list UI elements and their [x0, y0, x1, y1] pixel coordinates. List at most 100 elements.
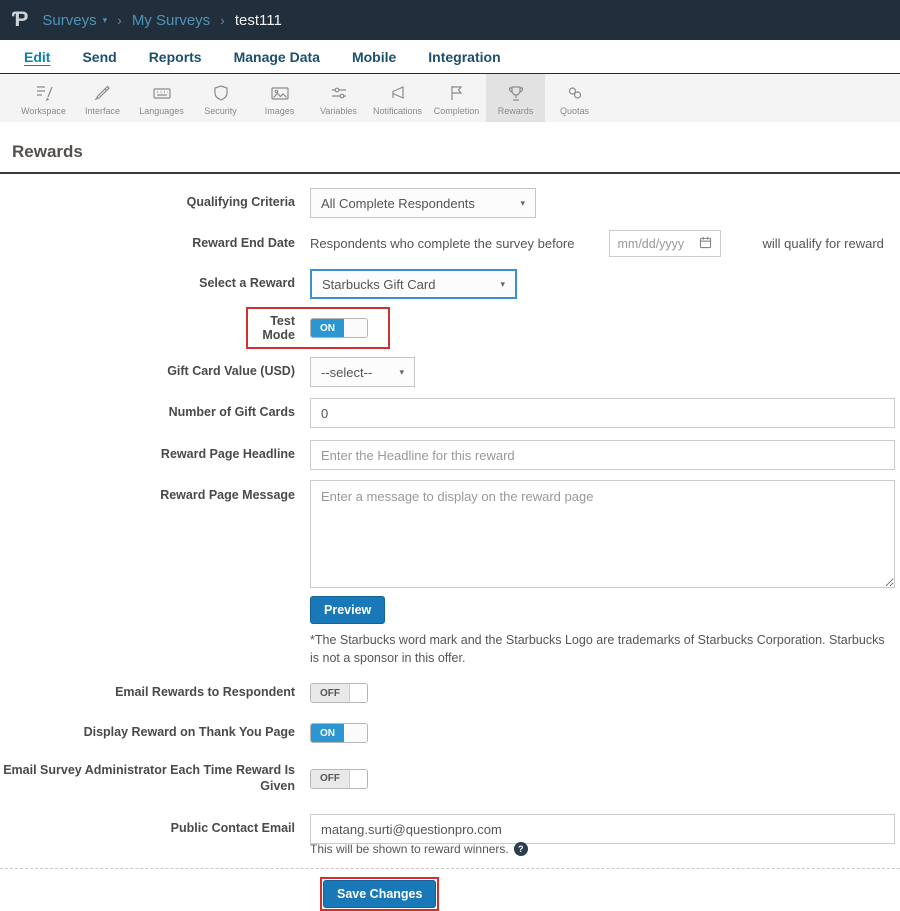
rewards-trophy-icon: [505, 83, 527, 103]
breadcrumb-current-survey: test111: [234, 11, 282, 29]
toggle-knob: [349, 769, 367, 788]
email-admin-row: Email Survey Administrator Each Time Rew…: [0, 763, 895, 794]
toolbar-item-notifications[interactable]: Notifications: [368, 74, 427, 122]
interface-icon: [92, 83, 114, 103]
qualifying-criteria-value: All Complete Respondents: [321, 195, 475, 211]
display-reward-row: Display Reward on Thank You Page ON: [0, 723, 895, 743]
reward-end-date-input[interactable]: mm/dd/yyyy: [608, 230, 721, 257]
chevron-down-icon: ▾: [102, 14, 108, 25]
email-admin-label: Email Survey Administrator Each Time Rew…: [3, 763, 295, 793]
calendar-icon[interactable]: [699, 236, 712, 252]
qualifying-criteria-row: Qualifying Criteria All Complete Respond…: [0, 188, 895, 218]
notifications-icon: [387, 83, 409, 103]
display-reward-label: Display Reward on Thank You Page: [83, 725, 295, 740]
email-admin-toggle[interactable]: OFF: [310, 768, 368, 789]
num-gift-cards-input[interactable]: [310, 398, 895, 428]
reward-end-date-after-text: will qualify for reward: [762, 236, 884, 251]
public-email-helper-row: This will be shown to reward winners. ?: [0, 842, 895, 857]
test-mode-label: Test Mode: [262, 314, 295, 342]
test-mode-highlight-box: Test Mode ON: [246, 307, 390, 349]
toggle-knob: [349, 684, 367, 702]
edit-toolbar: Workspace Interface Languages Security I…: [0, 74, 900, 122]
starbucks-disclaimer: *The Starbucks word mark and the Starbuc…: [310, 633, 885, 665]
top-navigation-bar: Ƥ Surveys ▾ › My Surveys › test111: [0, 0, 900, 40]
headline-label: Reward Page Headline: [160, 447, 295, 462]
select-caret-icon: ▾: [520, 197, 525, 208]
toggle-on-segment: ON: [311, 724, 344, 742]
email-rewards-row: Email Rewards to Respondent OFF: [0, 683, 895, 703]
tab-reports[interactable]: Reports: [149, 49, 202, 65]
breadcrumb-surveys-label: Surveys: [42, 11, 97, 29]
security-icon: [210, 83, 232, 103]
select-caret-icon: ▾: [500, 278, 505, 289]
qualifying-criteria-select[interactable]: All Complete Respondents ▾: [310, 188, 536, 218]
tab-manage-data[interactable]: Manage Data: [234, 49, 320, 65]
message-row: Reward Page Message: [0, 480, 895, 588]
toolbar-item-languages[interactable]: Languages: [132, 74, 191, 122]
breadcrumb-separator: ›: [220, 12, 225, 28]
tab-integration[interactable]: Integration: [428, 49, 500, 65]
toolbar-item-workspace[interactable]: Workspace: [14, 74, 73, 122]
message-textarea[interactable]: [310, 480, 895, 588]
date-placeholder: mm/dd/yyyy: [617, 236, 685, 251]
qualifying-criteria-label: Qualifying Criteria: [186, 195, 295, 210]
reward-end-date-row: Reward End Date Respondents who complete…: [0, 230, 895, 257]
public-email-row: Public Contact Email: [0, 814, 895, 845]
images-icon: [269, 83, 291, 103]
preview-button[interactable]: Preview: [310, 596, 386, 624]
gift-card-value-row: Gift Card Value (USD) --select-- ▾: [0, 357, 895, 387]
headline-row: Reward Page Headline: [0, 440, 895, 470]
disclaimer-row: *The Starbucks word mark and the Starbuc…: [0, 632, 895, 667]
dashed-divider: [0, 868, 900, 870]
save-button[interactable]: Save Changes: [323, 880, 437, 909]
num-gift-cards-row: Number of Gift Cards: [0, 398, 895, 428]
variables-icon: [328, 83, 350, 103]
public-email-helper-text: This will be shown to reward winners.: [310, 842, 509, 857]
gift-card-value-label: Gift Card Value (USD): [167, 364, 295, 379]
email-rewards-toggle[interactable]: OFF: [310, 683, 368, 703]
toolbar-item-completion[interactable]: Completion: [427, 74, 486, 122]
breadcrumb-my-surveys[interactable]: My Surveys: [132, 12, 210, 29]
toggle-knob: [344, 319, 367, 337]
test-mode-row: Test Mode ON: [0, 307, 900, 349]
select-reward-row: Select a Reward Starbucks Gift Card ▾: [0, 269, 895, 299]
num-gift-cards-label: Number of Gift Cards: [168, 405, 295, 420]
select-reward-label: Select a Reward: [199, 276, 295, 291]
tab-send[interactable]: Send: [82, 49, 116, 65]
tab-edit[interactable]: Edit: [24, 49, 50, 65]
toolbar-item-rewards[interactable]: Rewards: [486, 74, 545, 122]
tab-mobile[interactable]: Mobile: [352, 49, 396, 65]
save-row: Save Changes: [0, 877, 900, 911]
main-menu: Edit Send Reports Manage Data Mobile Int…: [0, 40, 900, 74]
select-reward-select[interactable]: Starbucks Gift Card ▾: [310, 269, 517, 299]
toolbar-item-interface[interactable]: Interface: [73, 74, 132, 122]
toolbar-item-security[interactable]: Security: [191, 74, 250, 122]
page-title: Rewards: [12, 142, 83, 161]
breadcrumb-surveys-dropdown[interactable]: Surveys ▾: [42, 12, 107, 29]
public-email-label: Public Contact Email: [170, 821, 295, 836]
message-label: Reward Page Message: [160, 488, 295, 502]
gift-card-value-selected: --select--: [321, 364, 373, 380]
toggle-off-segment: OFF: [311, 769, 349, 788]
toolbar-item-variables[interactable]: Variables: [309, 74, 368, 122]
breadcrumb-separator: ›: [117, 12, 122, 28]
preview-row: Preview: [0, 596, 895, 624]
toolbar-item-quotas[interactable]: Quotas: [545, 74, 604, 122]
toolbar-item-images[interactable]: Images: [250, 74, 309, 122]
toggle-off-segment: OFF: [311, 684, 349, 702]
display-reward-toggle[interactable]: ON: [310, 723, 368, 743]
quotas-icon: [564, 83, 586, 103]
languages-icon: [151, 83, 173, 103]
reward-end-date-before-text: Respondents who complete the survey befo…: [310, 236, 575, 251]
test-mode-toggle[interactable]: ON: [310, 318, 368, 338]
email-rewards-label: Email Rewards to Respondent: [115, 685, 295, 700]
headline-input[interactable]: [310, 440, 895, 470]
gift-card-value-select[interactable]: --select-- ▾: [310, 357, 415, 387]
save-highlight-box: Save Changes: [320, 877, 440, 911]
select-reward-value: Starbucks Gift Card: [322, 276, 436, 292]
questionpro-logo[interactable]: Ƥ: [12, 8, 28, 32]
help-question-icon[interactable]: ?: [513, 842, 528, 857]
completion-icon: [446, 83, 468, 103]
toggle-on-segment: ON: [311, 319, 344, 337]
public-email-input[interactable]: [310, 814, 895, 845]
